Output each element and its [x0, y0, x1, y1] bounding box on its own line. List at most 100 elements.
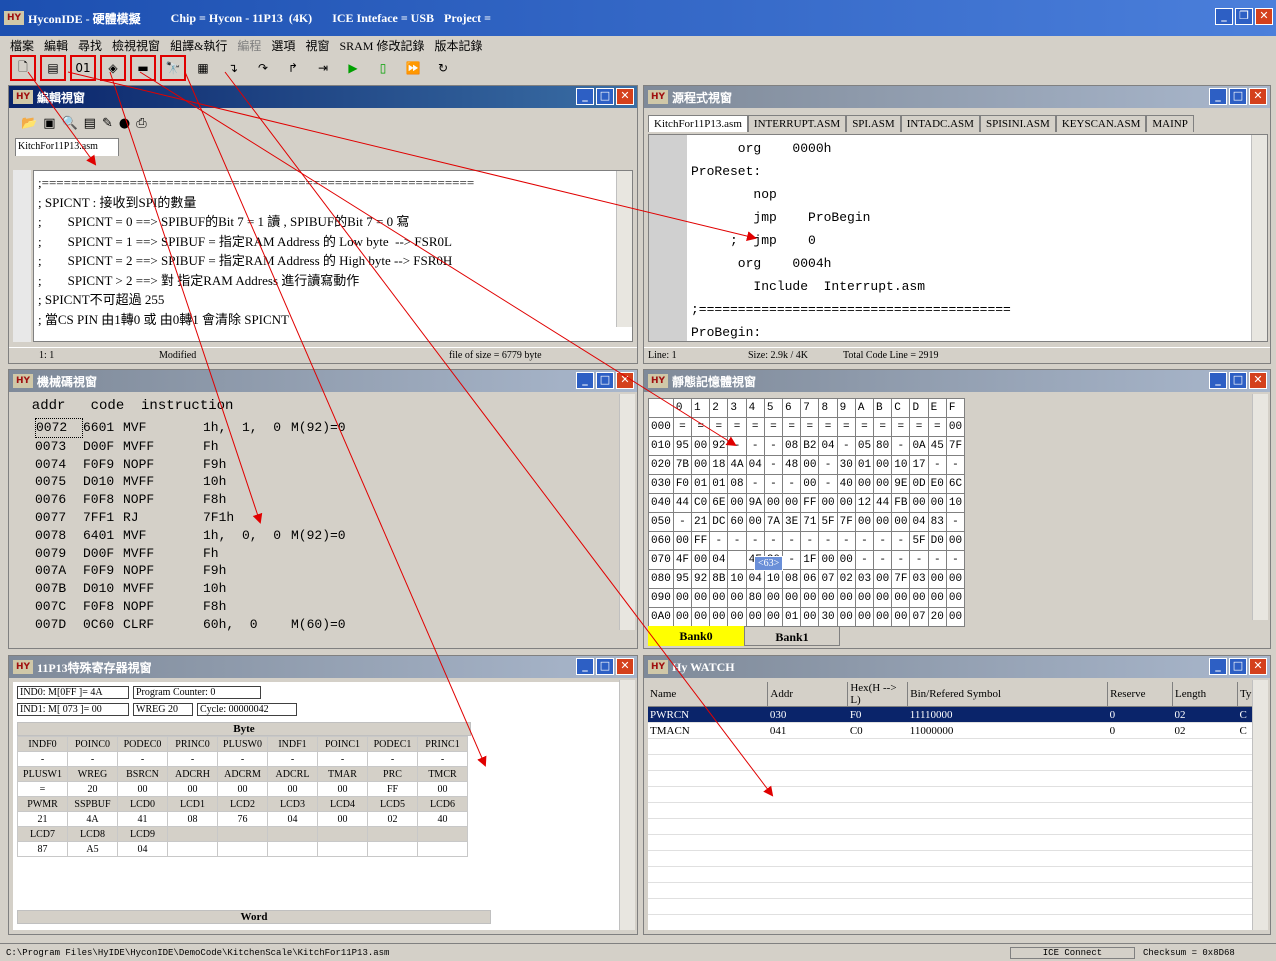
link-icon[interactable]: ▬ [130, 55, 156, 81]
memory-grid[interactable]: 0 1 2 3 4 5 6 7 8 9 A B C D E F 000 = = = = = = = = = = = = = = = 00 010 9… [648, 398, 966, 627]
memory-cell[interactable]: 6E [709, 493, 729, 513]
disasm-row[interactable]: 007C F0F8 NOPF F8h [35, 598, 637, 616]
save-icon[interactable]: ▣ [43, 116, 55, 131]
fast-run-icon[interactable]: ⏩ [402, 57, 424, 79]
memory-cell[interactable]: = [927, 417, 947, 437]
memory-scrollbar[interactable] [1252, 394, 1268, 620]
memory-cell[interactable]: - [945, 455, 966, 475]
memory-cell[interactable]: - [782, 474, 802, 494]
memory-cell[interactable]: 3E [782, 512, 802, 532]
memory-cell[interactable]: 06 [800, 569, 820, 589]
memory-cell[interactable]: = [745, 417, 765, 437]
minimize-button[interactable]: _ [1215, 8, 1233, 25]
memory-cell[interactable]: 00 [782, 588, 802, 608]
step-into-icon[interactable]: ↴ [222, 57, 244, 79]
close-button[interactable]: ✕ [616, 658, 634, 675]
memory-cell[interactable]: 04 [818, 436, 838, 456]
minimize-button[interactable]: _ [1209, 658, 1227, 675]
memory-cell[interactable]: - [927, 455, 947, 475]
watch-empty-row[interactable] [648, 850, 1254, 867]
memory-cell[interactable]: 00 [854, 607, 875, 627]
memory-cell[interactable] [727, 550, 747, 570]
disasm-row[interactable]: 007A F0F9 NOPF F9h [35, 562, 637, 580]
memory-cell[interactable]: 00 [836, 588, 856, 608]
watch-column-header[interactable]: Bin/Refered Symbol [907, 682, 1109, 707]
memory-cell[interactable]: 00 [800, 588, 820, 608]
watch-empty-row[interactable] [648, 738, 1254, 755]
memory-cell[interactable]: 03 [854, 569, 875, 589]
memory-cell[interactable]: 9E [891, 474, 911, 494]
watch-row[interactable]: TMACN 041 C0 11000000 0 02 C [648, 722, 1254, 739]
disasm-row[interactable]: 0075 D010 MVFF 10h [35, 473, 637, 491]
memory-cell[interactable]: - [782, 550, 802, 570]
memory-cell[interactable]: FB [891, 493, 911, 513]
memory-cell[interactable]: 92 [709, 436, 729, 456]
memory-cell[interactable]: 95 [672, 436, 693, 456]
memory-cell[interactable]: 01 [854, 455, 875, 475]
memory-cell[interactable]: 01 [709, 474, 729, 494]
sfr-register-value[interactable]: - [217, 751, 268, 767]
menu-item[interactable]: 組譯&執行 [170, 37, 227, 54]
sfr-register-value[interactable] [367, 841, 418, 857]
sfr-register-value[interactable]: 00 [217, 781, 268, 797]
memory-cell[interactable]: 4F [672, 550, 693, 570]
memory-cell[interactable]: 04 [745, 569, 765, 589]
memory-cell[interactable]: 10 [945, 493, 966, 513]
sfr-register-value[interactable]: - [167, 751, 218, 767]
memory-cell[interactable]: 04 [909, 512, 929, 532]
run-to-cursor-icon[interactable]: ⇥ [312, 57, 334, 79]
memory-cell[interactable]: 00 [763, 588, 784, 608]
sfr-register-value[interactable]: 41 [117, 811, 168, 827]
memory-cell[interactable]: - [945, 512, 966, 532]
memory-cell[interactable]: - [891, 436, 911, 456]
memory-cell[interactable]: = [891, 417, 911, 437]
memory-cell[interactable]: 40 [836, 474, 856, 494]
memory-cell[interactable]: 00 [945, 569, 966, 589]
memory-cell[interactable]: 01 [691, 474, 711, 494]
sfr-register-value[interactable]: A5 [67, 841, 118, 857]
memory-cell[interactable]: 00 [945, 531, 966, 551]
memory-cell[interactable]: 00 [691, 588, 711, 608]
memory-cell[interactable]: 00 [873, 474, 893, 494]
watch-column-header[interactable]: Hex(H --> L) [847, 682, 909, 707]
memory-cell[interactable]: 00 [945, 588, 966, 608]
memory-cell[interactable]: 00 [818, 550, 838, 570]
memory-cell[interactable]: 08 [782, 436, 802, 456]
memory-cell[interactable]: = [854, 417, 875, 437]
memory-cell[interactable]: 71 [800, 512, 820, 532]
close-button[interactable]: ✕ [1249, 372, 1267, 389]
memory-cell[interactable]: = [672, 417, 693, 437]
tab-source-file[interactable]: MAINP [1146, 115, 1194, 132]
disasm-row[interactable]: 0072 6601 MVF 1h, 1, 0 M(92)=0 [35, 418, 637, 438]
minimize-button[interactable]: _ [576, 658, 594, 675]
watch-empty-row[interactable] [648, 898, 1254, 915]
memory-cell[interactable]: 12 [854, 493, 875, 513]
memory-cell[interactable]: - [891, 550, 911, 570]
sfr-register-value[interactable] [417, 841, 468, 857]
sfr-register-value[interactable]: 08 [167, 811, 218, 827]
open-folder-icon[interactable]: 📂 [21, 116, 37, 131]
watch-empty-row[interactable] [648, 770, 1254, 787]
watch-empty-row[interactable] [648, 834, 1254, 851]
memory-cell[interactable]: 7F [836, 512, 856, 532]
memory-cell[interactable]: 00 [945, 607, 966, 627]
menu-item[interactable]: 版本記錄 [434, 37, 482, 54]
document-icon[interactable]: ▤ [84, 116, 96, 131]
sfr-register-value[interactable]: = [17, 781, 68, 797]
tab-bank1[interactable]: Bank1 [744, 626, 840, 646]
watch-scrollbar[interactable] [1252, 680, 1268, 930]
maximize-button[interactable]: □ [596, 88, 614, 105]
tab-editor-file[interactable]: KitchFor11P13.asm [15, 138, 119, 156]
memory-cell[interactable]: 02 [836, 569, 856, 589]
memory-cell[interactable]: - [927, 550, 947, 570]
disasm-row[interactable]: 007B D010 MVFF 10h [35, 580, 637, 598]
memory-cell[interactable]: 00 [873, 455, 893, 475]
memory-cell[interactable]: - [745, 531, 765, 551]
maximize-button[interactable]: □ [596, 658, 614, 675]
memory-cell[interactable]: - [745, 436, 765, 456]
tab-bank0[interactable]: Bank0 [648, 626, 744, 646]
chip-icon[interactable]: ◈ [100, 55, 126, 81]
record-icon[interactable]: ● [119, 116, 130, 131]
tab-source-file[interactable]: KEYSCAN.ASM [1055, 115, 1147, 132]
memory-cell[interactable]: 0D [909, 474, 929, 494]
